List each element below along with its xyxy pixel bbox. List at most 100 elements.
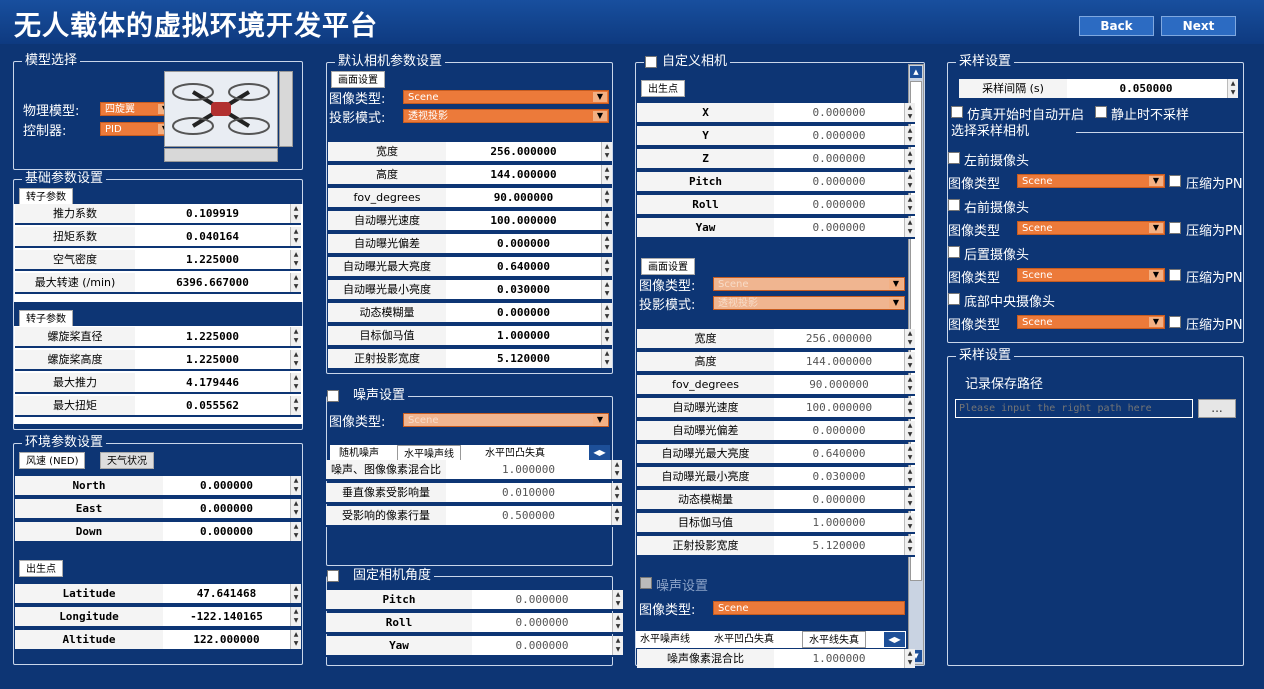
param-value[interactable]: 1.225000 xyxy=(135,327,290,346)
tab-screen-settings[interactable]: 画面设置 xyxy=(331,71,385,88)
param-value[interactable]: 122.000000 xyxy=(163,630,290,649)
custom-camera-checkbox[interactable] xyxy=(645,56,657,68)
noise-checkbox[interactable] xyxy=(327,390,339,402)
param-value[interactable]: -122.140165 xyxy=(163,607,290,626)
spinner-icon[interactable]: ▲ ▼ xyxy=(290,204,301,223)
param-value[interactable]: 100.000000 xyxy=(774,398,904,417)
spinner-icon[interactable]: ▲ ▼ xyxy=(904,126,915,145)
param-value[interactable]: 144.000000 xyxy=(446,165,601,184)
image-type-select[interactable]: Scene ▼ xyxy=(403,90,609,104)
spinner-icon[interactable]: ▲ ▼ xyxy=(904,218,915,237)
tab-horizontal-line-distortion[interactable]: 水平线失真 xyxy=(802,631,866,648)
param-value[interactable]: 47.641468 xyxy=(163,584,290,603)
param-value[interactable]: 0.500000 xyxy=(446,506,611,525)
spinner-icon[interactable]: ▲ ▼ xyxy=(290,273,301,292)
tab-wind[interactable]: 风速 (NED) xyxy=(19,452,86,469)
camera-type-select[interactable]: Scene ▼ xyxy=(1017,268,1165,282)
spinner-icon[interactable]: ▲ ▼ xyxy=(904,421,915,440)
spinner-icon[interactable]: ▲ ▼ xyxy=(290,396,301,415)
compress-png-checkbox[interactable] xyxy=(1169,175,1181,187)
custom-image-type-select[interactable]: Scene ▼ xyxy=(713,277,905,291)
spinner-icon[interactable]: ▲ ▼ xyxy=(904,149,915,168)
custom-projection-select[interactable]: 透视投影 ▼ xyxy=(713,296,905,310)
param-value[interactable]: 0.000000 xyxy=(774,172,904,191)
param-value[interactable]: 0.030000 xyxy=(774,467,904,486)
spinner-icon[interactable]: ▲ ▼ xyxy=(612,613,623,632)
save-path-input[interactable] xyxy=(955,399,1193,418)
param-value[interactable]: 90.000000 xyxy=(446,188,601,207)
spinner-icon[interactable]: ▲ ▼ xyxy=(290,522,301,541)
spinner-icon[interactable]: ▲ ▼ xyxy=(290,327,301,346)
spinner-icon[interactable]: ▲ ▼ xyxy=(290,250,301,269)
param-value[interactable]: 0.000000 xyxy=(446,303,601,322)
spinner-icon[interactable]: ▲ ▼ xyxy=(611,460,622,479)
param-value[interactable]: 1.225000 xyxy=(135,250,290,269)
spinner-icon[interactable]: ▲ ▼ xyxy=(904,444,915,463)
next-button[interactable]: Next xyxy=(1161,16,1236,36)
spinner-icon[interactable]: ▲ ▼ xyxy=(904,513,915,532)
spinner-icon[interactable]: ▲ ▼ xyxy=(290,607,301,626)
param-value[interactable]: 4.179446 xyxy=(135,373,290,392)
spinner-icon[interactable]: ▲ ▼ xyxy=(601,142,612,161)
spinner-icon[interactable]: ▲ ▼ xyxy=(904,103,915,122)
browse-button[interactable]: ... xyxy=(1198,399,1236,418)
spinner-icon[interactable]: ▲ ▼ xyxy=(904,375,915,394)
param-value[interactable]: 90.000000 xyxy=(774,375,904,394)
fixed-camera-checkbox[interactable] xyxy=(327,570,339,582)
spinner-icon[interactable]: ▲ ▼ xyxy=(1227,79,1238,98)
camera-checkbox[interactable] xyxy=(948,152,960,164)
tab-origin[interactable]: 出生点 xyxy=(641,80,685,97)
camera-type-select[interactable]: Scene ▼ xyxy=(1017,315,1165,329)
camera-checkbox[interactable] xyxy=(948,199,960,211)
preview-horizontal-scrollbar[interactable] xyxy=(164,148,278,162)
spinner-icon[interactable]: ▲ ▼ xyxy=(601,326,612,345)
spinner-icon[interactable]: ▲ ▼ xyxy=(290,373,301,392)
param-value[interactable]: 5.120000 xyxy=(774,536,904,555)
param-value[interactable]: 0.000000 xyxy=(472,636,612,655)
param-value[interactable]: 144.000000 xyxy=(774,352,904,371)
scroll-up-icon[interactable]: ▲ xyxy=(910,66,922,78)
projection-select[interactable]: 透视投影 ▼ xyxy=(403,109,609,123)
noise-image-type-select[interactable]: Scene ▼ xyxy=(403,413,609,427)
spinner-icon[interactable]: ▲ ▼ xyxy=(904,536,915,555)
compress-png-checkbox[interactable] xyxy=(1169,269,1181,281)
spinner-icon[interactable]: ▲ ▼ xyxy=(601,211,612,230)
spinner-icon[interactable]: ▲ ▼ xyxy=(601,280,612,299)
compress-png-checkbox[interactable] xyxy=(1169,316,1181,328)
spinner-icon[interactable]: ▲ ▼ xyxy=(601,349,612,368)
param-value[interactable]: 0.109919 xyxy=(135,204,290,223)
tab-rotor-params[interactable]: 转子参数 xyxy=(19,188,73,205)
spinner-icon[interactable]: ▲ ▼ xyxy=(290,630,301,649)
custom-noise-checkbox[interactable] xyxy=(640,577,652,589)
camera-type-select[interactable]: Scene ▼ xyxy=(1017,174,1165,188)
param-value[interactable]: 0.040164 xyxy=(135,227,290,246)
camera-checkbox[interactable] xyxy=(948,293,960,305)
camera-type-select[interactable]: Scene ▼ xyxy=(1017,221,1165,235)
tab-scroll-arrows-icon[interactable]: ◀▶ xyxy=(884,632,905,647)
custom-noise-type-select[interactable]: Scene xyxy=(713,601,905,615)
controller-select[interactable]: PID▼ xyxy=(100,122,174,136)
spinner-icon[interactable]: ▲ ▼ xyxy=(601,165,612,184)
spinner-icon[interactable]: ▲ ▼ xyxy=(904,398,915,417)
param-value[interactable]: 0.055562 xyxy=(135,396,290,415)
param-value[interactable]: 1.000000 xyxy=(446,460,611,479)
param-value[interactable]: 256.000000 xyxy=(774,329,904,348)
param-value[interactable]: 0.000000 xyxy=(774,490,904,509)
spinner-icon[interactable]: ▲ ▼ xyxy=(290,227,301,246)
tab-horizontal-noise-line[interactable]: 水平噪声线 xyxy=(634,631,696,648)
spinner-icon[interactable]: ▲ ▼ xyxy=(904,195,915,214)
param-value[interactable]: 6396.667000 xyxy=(135,273,290,292)
spinner-icon[interactable]: ▲ ▼ xyxy=(612,590,623,609)
physics-model-select[interactable]: 四旋翼▼ xyxy=(100,102,174,116)
spinner-icon[interactable]: ▲ ▼ xyxy=(290,499,301,518)
param-value[interactable]: 0.000000 xyxy=(774,126,904,145)
spinner-icon[interactable]: ▲ ▼ xyxy=(904,649,915,668)
param-value[interactable]: 0.010000 xyxy=(446,483,611,502)
spinner-icon[interactable]: ▲ ▼ xyxy=(612,636,623,655)
tab-horizontal-bump-distortion[interactable]: 水平凹凸失真 xyxy=(708,631,780,648)
interval-value[interactable]: 0.050000 xyxy=(1067,79,1225,98)
param-value[interactable]: 0.000000 xyxy=(163,476,290,495)
spinner-icon[interactable]: ▲ ▼ xyxy=(601,234,612,253)
param-value[interactable]: 0.640000 xyxy=(774,444,904,463)
spinner-icon[interactable]: ▲ ▼ xyxy=(904,172,915,191)
